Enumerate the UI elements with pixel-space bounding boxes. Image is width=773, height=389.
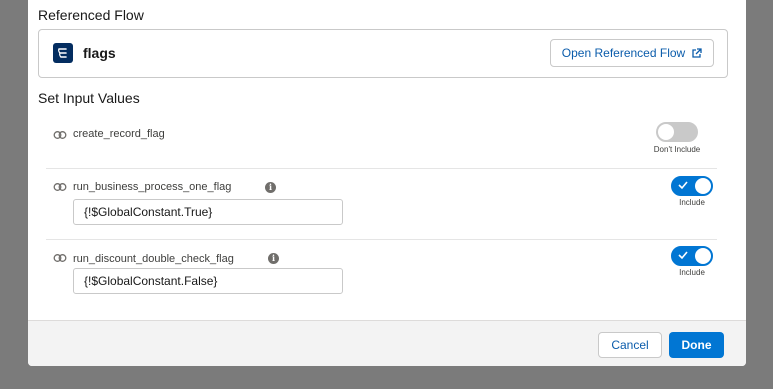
input-value-field[interactable]: {!$GlobalConstant.False} xyxy=(73,268,343,294)
flow-name: flags xyxy=(83,45,116,61)
toggle-knob xyxy=(695,178,711,194)
external-link-icon xyxy=(692,47,702,58)
checkmark-icon xyxy=(678,181,688,190)
input-name: run_discount_double_check_flag xyxy=(73,253,234,265)
include-toggle[interactable] xyxy=(671,176,713,196)
info-icon[interactable]: i xyxy=(265,182,276,193)
toggle-knob xyxy=(695,248,711,264)
referenced-flow-card: flags Open Referenced Flow xyxy=(38,29,728,78)
toggle-label: Include xyxy=(679,268,705,277)
checkmark-icon xyxy=(678,251,688,260)
done-button[interactable]: Done xyxy=(669,332,724,358)
input-value-field[interactable]: {!$GlobalConstant.True} xyxy=(73,199,343,225)
set-input-values-heading: Set Input Values xyxy=(38,90,140,106)
modal-dialog: Referenced Flow flags Open Referenced Fl… xyxy=(28,0,746,366)
open-referenced-flow-button[interactable]: Open Referenced Flow xyxy=(550,39,714,67)
include-toggle[interactable] xyxy=(671,246,713,266)
toggle-label: Don't Include xyxy=(653,145,701,154)
flow-icon xyxy=(53,43,73,63)
referenced-flow-heading: Referenced Flow xyxy=(38,7,144,23)
open-referenced-flow-label: Open Referenced Flow xyxy=(561,46,686,60)
input-name: run_business_process_one_flag xyxy=(73,181,232,193)
toggle-knob xyxy=(658,124,674,140)
input-row: run_business_process_one_flag i {!$Globa… xyxy=(46,169,717,239)
link-icon xyxy=(53,254,67,262)
link-icon xyxy=(53,183,67,191)
include-toggle[interactable] xyxy=(656,122,698,142)
input-name: create_record_flag xyxy=(73,128,165,140)
input-row: create_record_flag Don't Include xyxy=(46,120,717,168)
info-icon[interactable]: i xyxy=(268,253,279,264)
input-row: run_discount_double_check_flag i {!$Glob… xyxy=(46,240,717,310)
link-icon xyxy=(53,131,67,139)
toggle-label: Include xyxy=(679,198,705,207)
cancel-button[interactable]: Cancel xyxy=(598,332,662,358)
modal-footer: Cancel Done xyxy=(28,320,746,366)
